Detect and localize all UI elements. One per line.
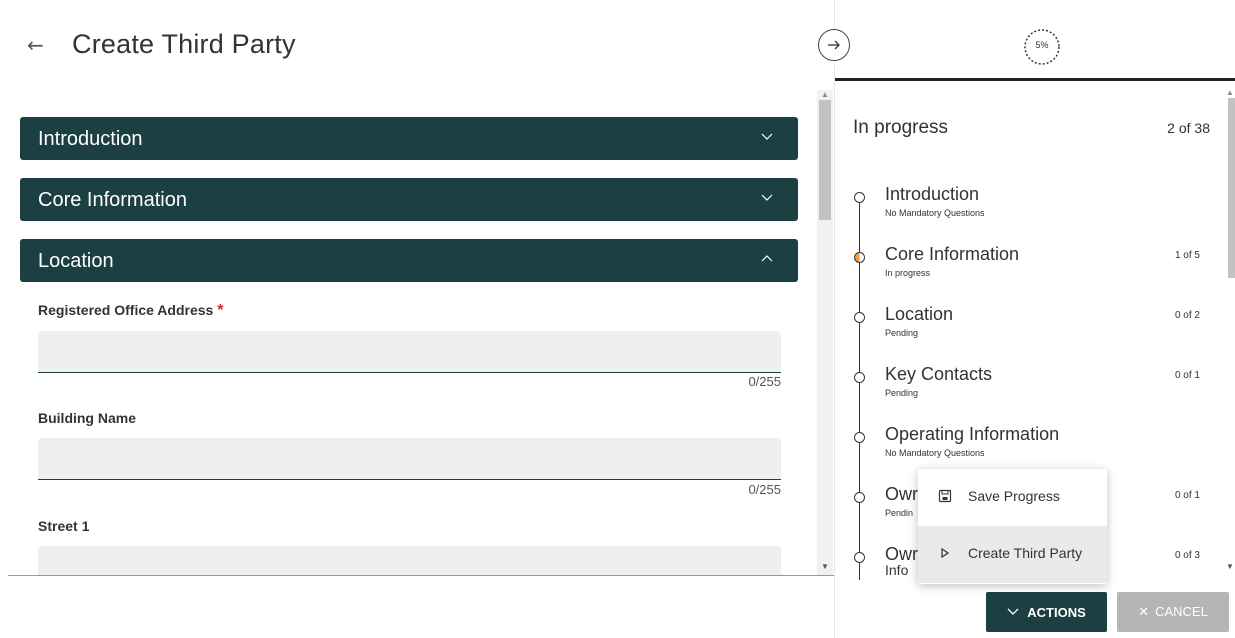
- scrollbar-thumb[interactable]: [1228, 98, 1235, 278]
- building-name-label: Building Name: [38, 410, 137, 426]
- page-header: ← Create Third Party: [0, 0, 835, 90]
- character-counter: 0/255: [748, 374, 781, 389]
- create-third-party-page: ← Create Third Party Introduction Core I…: [0, 0, 1235, 638]
- footer-divider: [8, 575, 834, 576]
- cancel-button-label: CANCEL: [1155, 604, 1208, 619]
- chevron-down-icon: [761, 194, 773, 201]
- form-scroll-area: Introduction Core Information Location R…: [0, 90, 835, 576]
- section-label: Core Information: [38, 189, 187, 211]
- registered-office-address-label: Registered Office Address *: [38, 302, 223, 320]
- step-node-icon: [854, 552, 865, 563]
- section-location[interactable]: Location: [20, 239, 798, 282]
- step-status: Pending: [885, 388, 919, 398]
- section-label: Introduction: [38, 128, 143, 150]
- character-counter: 0/255: [748, 482, 781, 497]
- scroll-up-icon[interactable]: ▲: [1226, 88, 1234, 97]
- step-node-icon: [854, 192, 865, 203]
- cancel-button[interactable]: ✕ CANCEL: [1117, 592, 1229, 632]
- step-status: Pendin: [885, 508, 914, 518]
- arrow-right-icon: [828, 40, 840, 50]
- progress-step-key-contacts[interactable]: Key Contacts Pending 0 of 1: [840, 364, 1210, 420]
- close-icon: ✕: [1138, 604, 1150, 619]
- step-status: In progress: [885, 268, 931, 278]
- step-count: 1 of 5: [1174, 250, 1200, 261]
- section-core-information[interactable]: Core Information: [20, 178, 798, 221]
- step-count: 0 of 3: [1174, 550, 1200, 561]
- chevron-down-icon: [761, 133, 773, 140]
- scroll-down-icon[interactable]: ▼: [1226, 562, 1234, 571]
- scroll-up-icon[interactable]: ▲: [821, 90, 829, 99]
- progress-percent: 5%: [1035, 40, 1049, 50]
- required-marker: *: [217, 302, 224, 319]
- menu-item-save-progress[interactable]: Save Progress: [918, 469, 1107, 526]
- step-count: 0 of 1: [1174, 490, 1200, 501]
- arrow-left-icon[interactable]: ←: [27, 33, 44, 57]
- actions-button[interactable]: ACTIONS: [986, 592, 1107, 632]
- actions-button-label: ACTIONS: [1027, 604, 1086, 620]
- step-count: 0 of 1: [1174, 370, 1200, 381]
- progress-count: 2 of 38: [1167, 120, 1210, 136]
- section-introduction[interactable]: Introduction: [20, 117, 798, 160]
- street-1-label: Street 1: [38, 518, 90, 534]
- section-label: Location: [38, 250, 114, 272]
- step-name: Key Contacts: [885, 364, 993, 384]
- collapse-panel-button[interactable]: [818, 29, 850, 61]
- street-1-field[interactable]: [38, 546, 781, 576]
- step-name: Location: [885, 304, 954, 324]
- step-name: Introduction: [885, 184, 980, 204]
- step-node-icon: [854, 372, 865, 383]
- step-node-in-progress-icon: [854, 252, 865, 263]
- progress-step-location[interactable]: Location Pending 0 of 2: [840, 304, 1210, 360]
- form-scrollbar[interactable]: ▲ ▼: [817, 90, 833, 576]
- scroll-down-icon[interactable]: ▼: [821, 562, 829, 571]
- step-name: Operating Information: [885, 424, 1060, 444]
- field-label-text: Registered Office Address: [38, 302, 214, 318]
- progress-step-core-information[interactable]: Core Information In progress 1 of 5: [840, 244, 1210, 300]
- step-name: Owr: [885, 484, 918, 504]
- registered-office-address-field[interactable]: [38, 331, 781, 373]
- step-status: No Mandatory Questions: [885, 448, 985, 458]
- scrollbar-thumb[interactable]: [819, 100, 831, 220]
- step-node-icon: [854, 432, 865, 443]
- building-name-field[interactable]: [38, 438, 781, 480]
- progress-title: In progress: [853, 117, 949, 138]
- progress-header-divider: [835, 78, 1235, 81]
- step-name: Core Information: [885, 244, 1020, 264]
- progress-step-introduction[interactable]: Introduction No Mandatory Questions: [840, 184, 1210, 240]
- actions-menu: Save Progress Create Third Party: [918, 469, 1107, 584]
- step-status: Info: [885, 562, 909, 576]
- menu-item-label: Create Third Party: [968, 545, 1083, 561]
- step-node-icon: [854, 492, 865, 503]
- chevron-down-icon: [1007, 608, 1019, 615]
- save-icon: [938, 489, 952, 503]
- chevron-up-icon: [761, 255, 773, 262]
- play-icon: [941, 547, 950, 559]
- step-count: 0 of 2: [1174, 310, 1200, 321]
- progress-scrollbar[interactable]: ▲ ▼: [1226, 88, 1235, 576]
- progress-indicator: 5%: [1022, 27, 1062, 67]
- pane-divider: [834, 0, 835, 638]
- step-status: No Mandatory Questions: [885, 208, 985, 218]
- step-status: Pending: [885, 328, 919, 338]
- menu-item-label: Save Progress: [968, 488, 1060, 504]
- page-title: Create Third Party: [72, 29, 296, 59]
- menu-item-create-third-party[interactable]: Create Third Party: [918, 526, 1107, 583]
- step-node-icon: [854, 312, 865, 323]
